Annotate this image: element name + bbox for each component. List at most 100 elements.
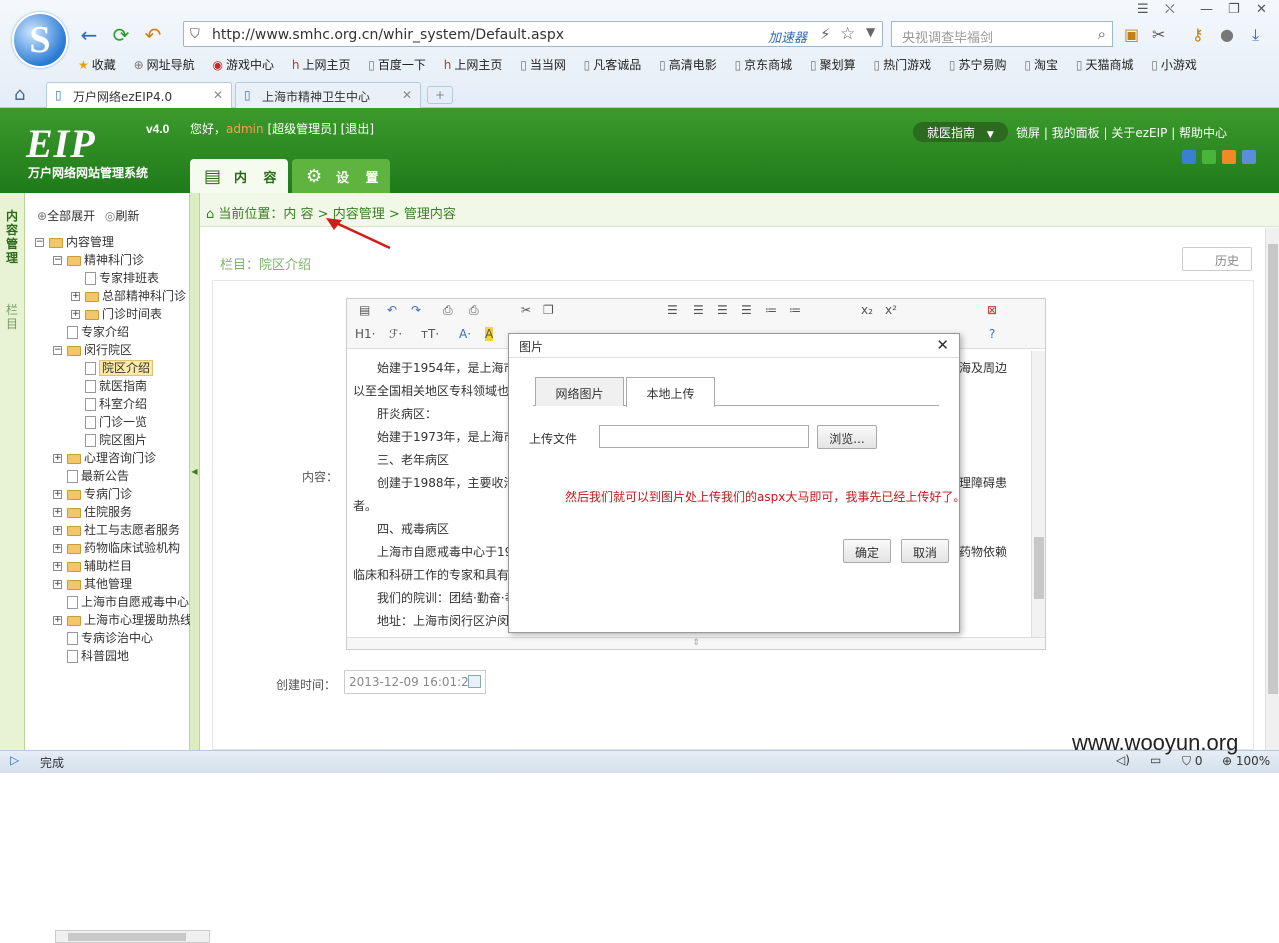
tree-node[interactable]: 门诊一览 bbox=[71, 413, 147, 431]
close-tab-icon[interactable]: ✕ bbox=[213, 88, 223, 102]
bookmark-item[interactable]: ◉ 游戏中心 bbox=[213, 56, 275, 73]
tree-node-label[interactable]: 闵行院区 bbox=[84, 343, 132, 357]
expand-all-button[interactable]: ⊕全部展开 bbox=[37, 209, 95, 223]
tree-node[interactable]: + 药物临床试验机构 bbox=[53, 539, 180, 557]
highlight-icon[interactable]: A bbox=[485, 327, 494, 341]
tree-node-label[interactable]: 心理咨询门诊 bbox=[84, 451, 156, 465]
bookmark-item[interactable]: ▯ 苏宁易购 bbox=[949, 56, 1007, 73]
tree-node-label[interactable]: 专病门诊 bbox=[84, 487, 132, 501]
bookmark-item[interactable]: ▯ 淘宝 bbox=[1024, 56, 1058, 73]
accelerator-label[interactable]: 加速器 bbox=[768, 27, 807, 46]
font-size-select[interactable]: тT· bbox=[421, 327, 439, 341]
align-center-icon[interactable]: ☰ bbox=[693, 303, 704, 317]
star-icon[interactable]: ☆ bbox=[840, 24, 855, 44]
tree-node-label[interactable]: 科室介绍 bbox=[99, 397, 147, 411]
collapse-handle[interactable]: ◀ bbox=[190, 193, 200, 750]
font-color-icon[interactable]: A· bbox=[459, 327, 471, 341]
tree-node[interactable]: + 门诊时间表 bbox=[71, 305, 162, 323]
tree-node-label[interactable]: 内容管理 bbox=[66, 235, 114, 249]
help-icon[interactable]: ? bbox=[989, 327, 995, 341]
new-tab-button[interactable]: + bbox=[427, 86, 453, 104]
cut-icon[interactable]: ✂ bbox=[521, 303, 531, 317]
tree-node[interactable]: + 专病门诊 bbox=[53, 485, 132, 503]
bookmark-item[interactable]: ▯ 当当网 bbox=[520, 56, 566, 73]
zoom-level[interactable]: ⊕ 100% bbox=[1222, 754, 1270, 768]
collapse-icon[interactable]: − bbox=[35, 238, 44, 247]
home-icon[interactable]: ⌂ bbox=[14, 84, 25, 105]
search-input[interactable]: 央视调查毕福剑 bbox=[902, 27, 993, 46]
tree-node-label[interactable]: 院区介绍 bbox=[99, 360, 154, 376]
tab-settings[interactable]: ⚙ 设 置 bbox=[292, 159, 390, 193]
heading-select[interactable]: H1· bbox=[355, 327, 375, 341]
tree-node[interactable]: 院区图片 bbox=[71, 431, 147, 449]
redo-icon[interactable]: ↷ bbox=[411, 303, 421, 317]
theme-swatch[interactable] bbox=[1242, 150, 1256, 164]
tree-node-label[interactable]: 辅助栏目 bbox=[84, 559, 132, 573]
theme-swatch[interactable] bbox=[1222, 150, 1236, 164]
ok-button[interactable]: 确定 bbox=[843, 539, 891, 563]
expand-icon[interactable]: + bbox=[53, 490, 62, 499]
guide-select[interactable]: 就医指南 ▼ bbox=[913, 122, 1008, 142]
unordered-list-icon[interactable]: ≔ bbox=[789, 303, 801, 317]
source-icon[interactable]: ▤ bbox=[359, 303, 370, 317]
tree-node[interactable]: + 上海市心理援助热线 bbox=[53, 611, 192, 629]
expand-icon[interactable]: + bbox=[53, 508, 62, 517]
play-icon[interactable]: ▷ bbox=[10, 753, 19, 767]
tree-node[interactable]: 最新公告 bbox=[53, 467, 129, 485]
address-url[interactable]: http://www.smhc.org.cn/whir_system/Defau… bbox=[212, 27, 564, 43]
copy-icon[interactable]: ❐ bbox=[543, 303, 554, 317]
expand-icon[interactable]: + bbox=[71, 310, 80, 319]
expand-icon[interactable]: + bbox=[53, 544, 62, 553]
extension-icon[interactable]: ▣ bbox=[1124, 25, 1139, 44]
bookmark-item[interactable]: ▯ 百度一下 bbox=[368, 56, 426, 73]
bookmark-item[interactable]: ▯ 热门游戏 bbox=[873, 56, 931, 73]
bookmark-item[interactable]: ▯ 天猫商城 bbox=[1076, 56, 1134, 73]
tree-node-label[interactable]: 其他管理 bbox=[84, 577, 132, 591]
close-window-icon[interactable]: ✕ bbox=[1256, 2, 1267, 17]
tree-node[interactable]: 专病诊治中心 bbox=[53, 629, 153, 647]
tree-node[interactable]: + 其他管理 bbox=[53, 575, 132, 593]
tree-node[interactable]: 就医指南 bbox=[71, 377, 147, 395]
bookmark-item[interactable]: ▯ 凡客诚品 bbox=[584, 56, 642, 73]
tree-node-label[interactable]: 科普园地 bbox=[81, 649, 129, 663]
expand-icon[interactable]: + bbox=[53, 526, 62, 535]
shield-count[interactable]: ⛉ 0 bbox=[1182, 754, 1202, 769]
bookmark-item[interactable]: h 上网主页 bbox=[444, 56, 503, 73]
superscript-icon[interactable]: x² bbox=[885, 303, 897, 317]
tab-content[interactable]: ▤ 内 容 bbox=[190, 159, 288, 193]
print-icon[interactable]: ⎙ bbox=[469, 303, 479, 318]
history-button[interactable]: 历史 bbox=[1182, 247, 1252, 271]
bookmark-item[interactable]: ⊕ 网址导航 bbox=[134, 56, 195, 73]
tree-node[interactable]: 科普园地 bbox=[53, 647, 129, 665]
theme-swatch[interactable] bbox=[1202, 150, 1216, 164]
minimize-icon[interactable]: — bbox=[1200, 2, 1213, 17]
tree-node-label[interactable]: 专家排班表 bbox=[99, 271, 159, 285]
tree-node[interactable]: 上海市自愿戒毒中心 bbox=[53, 593, 189, 611]
close-icon[interactable]: ✕ bbox=[936, 336, 949, 354]
skin-icon[interactable]: ⛌ bbox=[1165, 2, 1175, 17]
bolt-icon[interactable]: ⚡ bbox=[820, 25, 831, 43]
bookmark-item[interactable]: h 上网主页 bbox=[292, 56, 351, 73]
bookmark-item[interactable]: ▯ 京东商城 bbox=[735, 56, 793, 73]
tree-node-label[interactable]: 门诊时间表 bbox=[102, 307, 162, 321]
back-icon[interactable]: ← bbox=[78, 24, 100, 46]
top-links[interactable]: 锁屏 | 我的面板 | 关于ezEIP | 帮助中心 bbox=[1016, 124, 1227, 141]
tree-node[interactable]: − 内容管理 bbox=[35, 233, 114, 251]
calendar-icon[interactable] bbox=[468, 675, 481, 688]
search-box[interactable]: 央视调查毕福剑 ⌕ bbox=[891, 21, 1113, 47]
expand-icon[interactable]: + bbox=[53, 562, 62, 571]
tree-node-label[interactable]: 住院服务 bbox=[84, 505, 132, 519]
upload-file-input[interactable] bbox=[599, 425, 809, 448]
tree-node-label[interactable]: 药物临床试验机构 bbox=[84, 541, 180, 555]
restore-icon[interactable]: ❐ bbox=[1228, 2, 1240, 17]
tree-node-label[interactable]: 专病诊治中心 bbox=[81, 631, 153, 645]
expand-icon[interactable]: + bbox=[53, 616, 62, 625]
expand-icon[interactable]: + bbox=[53, 454, 62, 463]
preview-icon[interactable]: ⎙ bbox=[443, 303, 453, 318]
tab-local-upload[interactable]: 本地上传 bbox=[626, 377, 715, 407]
tree-node[interactable]: + 总部精神科门诊 bbox=[71, 287, 186, 305]
theme-swatches[interactable] bbox=[1182, 150, 1262, 167]
ordered-list-icon[interactable]: ≔ bbox=[765, 303, 777, 317]
tree-node[interactable]: + 心理咨询门诊 bbox=[53, 449, 156, 467]
tree-node-label[interactable]: 上海市心理援助热线 bbox=[84, 613, 192, 627]
